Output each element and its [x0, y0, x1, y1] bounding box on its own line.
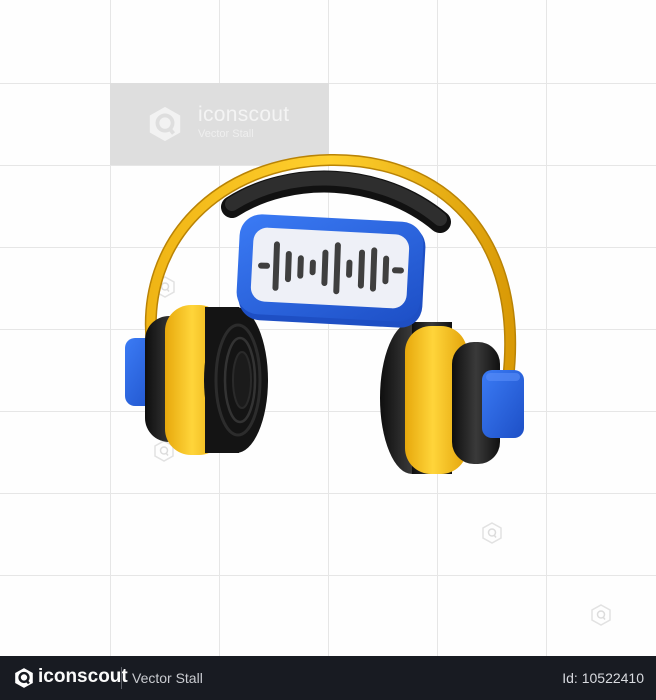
preview-canvas: iconscout Vector Stall [0, 0, 656, 656]
waveform-bar [284, 250, 292, 283]
footer-divider [121, 667, 122, 689]
waveform-bar [309, 259, 316, 276]
waveform-bar [346, 259, 353, 278]
waveform-bar [258, 262, 271, 269]
right-ear-cup [380, 322, 524, 474]
headphones-illustration [125, 153, 524, 474]
footer-asset-id: Id: 10522410 [562, 670, 644, 686]
waveform-bar [321, 249, 329, 287]
waveform-bar [391, 267, 404, 274]
waveform-bar [382, 255, 390, 285]
footer-author-link[interactable]: Vector Stall [132, 670, 203, 686]
footer-brand-link[interactable]: iconscout [38, 666, 128, 688]
iconscout-logo-icon[interactable] [13, 667, 35, 689]
waveform-bar [297, 255, 304, 279]
footer-bar: iconscout Vector Stall Id: 10522410 [0, 656, 656, 700]
waveform-screen [236, 214, 426, 328]
